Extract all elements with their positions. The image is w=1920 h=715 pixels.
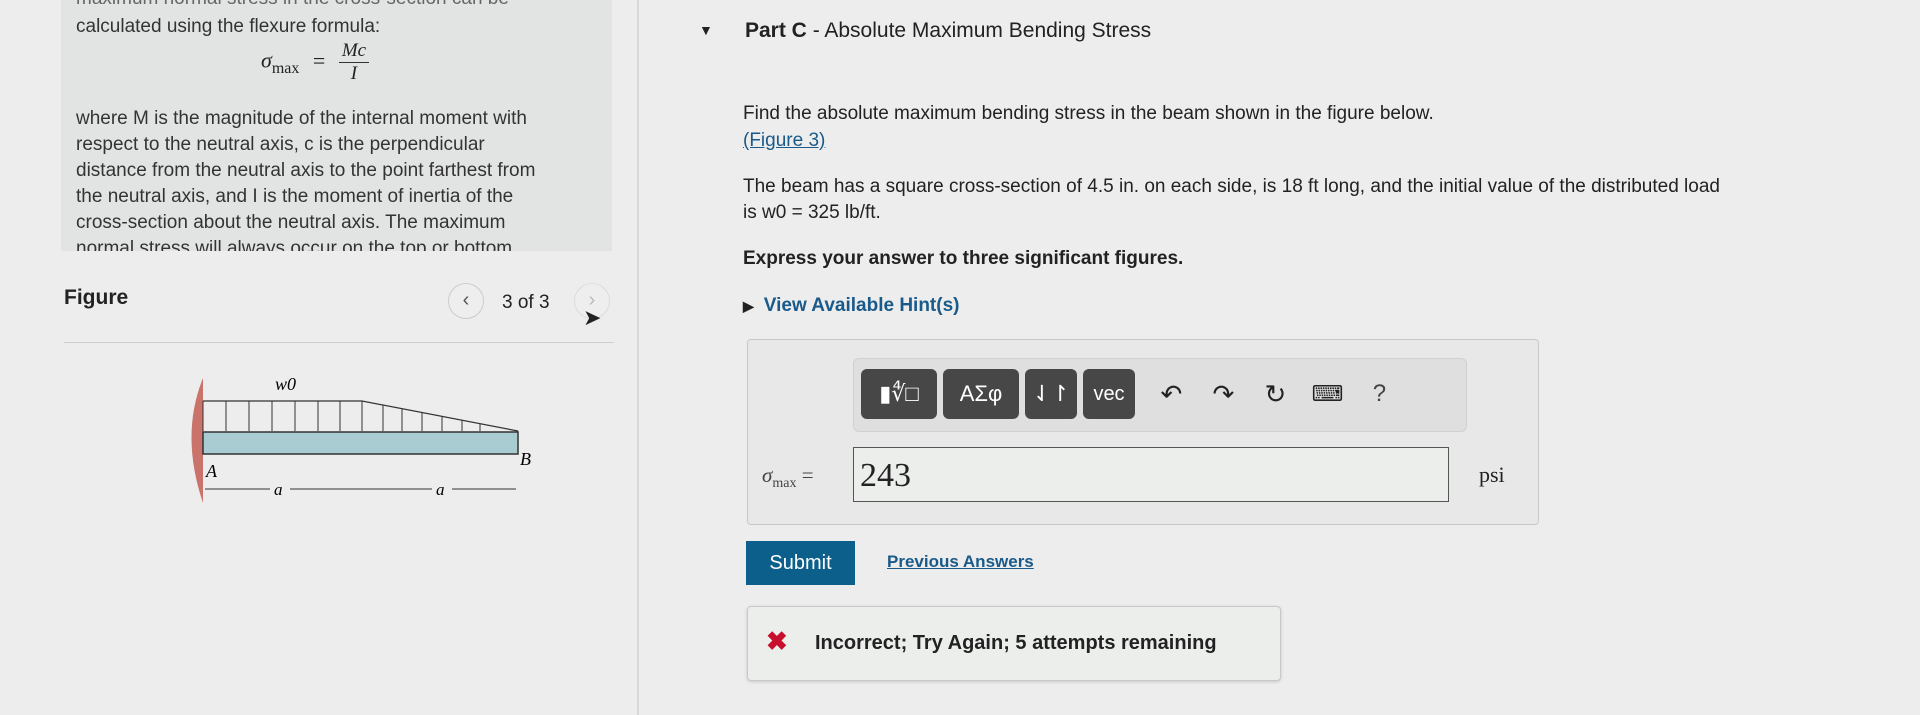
answer-input[interactable]: 243 [853,447,1449,502]
intro-partial: maximum normal stress in the cross-secti… [76,0,509,12]
figure-3-link[interactable]: (Figure 3) [743,130,825,152]
previous-answers-link[interactable]: Previous Answers [887,552,1034,572]
formula-denominator: I [350,63,358,84]
answer-sub: max [772,476,797,492]
point-b-label: B [520,449,531,469]
vec-button[interactable]: vec [1083,369,1135,419]
para-line: the neutral axis, and I is the moment of… [76,186,514,207]
greek-button[interactable]: ΑΣφ [943,369,1019,419]
fixed-wall [191,378,203,503]
prev-figure-button[interactable]: ‹ [448,283,484,319]
arrows-button[interactable]: ⇃↾ [1025,369,1077,419]
reset-icon[interactable]: ↻ [1249,379,1301,410]
load-outline [203,400,519,432]
formula-numerator: Mc [338,40,370,63]
point-a-label: A [205,461,218,481]
collapse-triangle-icon[interactable]: ▼ [699,22,713,38]
submit-button[interactable]: Submit [746,541,855,585]
answer-unit: psi [1479,462,1505,487]
para-line: where M is the magnitude of the internal… [76,108,527,129]
beam [202,431,519,455]
keyboard-icon[interactable]: ⌨ [1301,381,1353,407]
explanation-paragraph: where M is the magnitude of the internal… [76,106,612,251]
math-toolbar: ▮∜□ ΑΣφ ⇃↾ vec ↶ ↷ ↻ ⌨? [853,358,1467,432]
undo-icon[interactable]: ↶ [1145,379,1197,410]
answer-label: σmax = [762,463,814,492]
feedback-text: Incorrect; Try Again; 5 attempts remaini… [815,632,1217,654]
load-label: w0 [275,374,296,394]
figure-pager: 3 of 3 [502,292,550,313]
hints-label: View Available Hint(s) [763,295,960,316]
explanation-panel: maximum normal stress in the cross-secti… [61,0,612,251]
hints-toggle[interactable]: ▶ View Available Hint(s) [743,295,959,317]
para-line: cross-section about the neutral axis. Th… [76,212,506,233]
para-line: normal stress will always occur on the t… [76,238,513,251]
chevron-left-icon: ‹ [462,289,470,311]
formula-sub: max [271,59,300,77]
part-label: Part C [745,19,807,42]
answer-sigma: σ [762,463,773,487]
panel-divider [637,0,639,715]
part-title: Part C - Absolute Maximum Bending Stress [745,19,1151,43]
answer-equals: = [801,463,814,487]
mouse-cursor-icon: ➤ [583,305,602,330]
para-line: distance from the neutral axis to the po… [76,160,536,181]
para-line: respect to the neutral axis, c is the pe… [76,134,485,155]
formula-sigma: σ [261,47,272,73]
flexure-formula: σmax = Mc I [261,40,370,85]
dim-a2: a [436,480,445,499]
redo-icon[interactable]: ↷ [1197,379,1249,410]
feedback-box: ✖ Incorrect; Try Again; 5 attempts remai… [747,606,1281,681]
caret-right-icon: ▶ [743,298,754,314]
figure-title: Figure [64,286,129,309]
problem-line2: The beam has a square cross-section of 4… [743,176,1720,197]
templates-button[interactable]: ▮∜□ [861,369,937,419]
help-button[interactable]: ? [1353,380,1405,408]
figure-divider [64,342,614,343]
beam-figure: w0 A B a a [191,374,531,503]
dim-a1: a [274,480,283,499]
intro-text: calculated using the flexure formula: [76,16,381,37]
incorrect-x-icon: ✖ [766,626,788,656]
instruction: Express your answer to three significant… [743,248,1184,269]
problem-line1: Find the absolute maximum bending stress… [743,103,1434,124]
problem-line3: is w0 = 325 lb/ft. [743,202,881,223]
part-name: - Absolute Maximum Bending Stress [806,19,1152,42]
